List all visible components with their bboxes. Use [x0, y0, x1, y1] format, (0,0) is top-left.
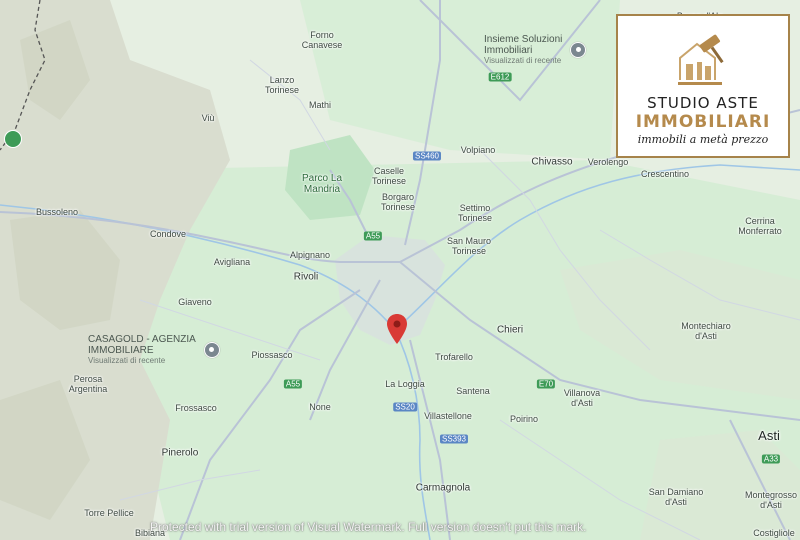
place-label[interactable]: Lanzo Torinese — [265, 75, 299, 95]
place-label[interactable]: Villastellone — [424, 411, 472, 421]
place-label[interactable]: Viù — [202, 113, 215, 123]
road-shield: A55 — [283, 379, 303, 389]
place-label[interactable]: Santena — [456, 386, 490, 396]
road-shield: SS20 — [393, 402, 417, 412]
place-label[interactable]: Alpignano — [290, 250, 330, 260]
place-label[interactable]: Asti — [758, 429, 780, 443]
place-label[interactable]: Pinerolo — [162, 448, 199, 459]
place-label[interactable]: Settimo Torinese — [458, 203, 492, 223]
road-shield: E70 — [536, 379, 556, 389]
gavel-house-icon — [678, 34, 724, 85]
place-label[interactable]: Rivoli — [294, 272, 318, 283]
place-label[interactable]: La Loggia — [385, 379, 425, 389]
road-shield: A33 — [761, 454, 781, 464]
logo-title: STUDIO ASTE — [647, 94, 759, 112]
watermark-text: Protected with trial version of Visual W… — [150, 520, 587, 534]
place-label[interactable]: Volpiano — [461, 145, 496, 155]
poi-subtitle: Visualizzati di recente — [484, 56, 562, 65]
poi-title: CASAGOLD - AGENZIA IMMOBILIARE — [88, 334, 196, 356]
place-label[interactable]: Borgaro Torinese — [381, 192, 415, 212]
place-label[interactable]: Torre Pellice — [84, 508, 134, 518]
road-shield: SS460 — [412, 151, 442, 161]
place-label[interactable]: Crescentino — [641, 169, 689, 179]
location-pin-icon[interactable] — [387, 314, 407, 344]
place-label[interactable]: Montechiaro d'Asti — [681, 321, 731, 341]
place-label[interactable]: Caselle Torinese — [372, 166, 406, 186]
poi-title: Insieme Soluzioni Immobiliari — [484, 34, 563, 56]
place-label[interactable]: Chieri — [497, 325, 523, 336]
place-label[interactable]: Chivasso — [531, 157, 572, 168]
place-label[interactable]: San Damiano d'Asti — [649, 487, 704, 507]
place-label[interactable]: Bussoleno — [36, 207, 78, 217]
place-label[interactable]: Frossasco — [175, 403, 217, 413]
place-label[interactable]: None — [309, 402, 331, 412]
place-label[interactable]: Avigliana — [214, 257, 250, 267]
poi-casagold[interactable]: CASAGOLD - AGENZIA IMMOBILIARE Visualizz… — [88, 334, 220, 365]
road-shield: A55 — [363, 231, 383, 241]
logo-subtitle: IMMOBILIARI — [635, 112, 771, 132]
mountain-icon — [4, 130, 22, 148]
place-label[interactable]: Carmagnola — [416, 483, 470, 494]
place-label[interactable]: Verolengo — [588, 157, 629, 167]
place-label[interactable]: Piossasco — [251, 350, 292, 360]
road-shield: E612 — [488, 72, 512, 82]
place-label[interactable]: Cerrina Monferrato — [738, 216, 782, 236]
place-label[interactable]: San Mauro Torinese — [447, 236, 491, 256]
place-label[interactable]: Condove — [150, 229, 186, 239]
place-icon[interactable] — [203, 341, 220, 358]
logo-card: STUDIO ASTE IMMOBILIARI immobili a metà … — [616, 14, 790, 158]
poi-insieme-soluzioni[interactable]: Insieme Soluzioni Immobiliari Visualizza… — [484, 34, 587, 65]
place-label[interactable]: Montegrosso d'Asti — [745, 490, 797, 510]
place-icon[interactable] — [570, 41, 587, 58]
place-label[interactable]: Giaveno — [178, 297, 212, 307]
place-label[interactable]: Villanova d'Asti — [564, 388, 600, 408]
place-label[interactable]: Costigliole — [753, 528, 795, 538]
place-label[interactable]: Forno Canavese — [302, 30, 343, 50]
place-label[interactable]: Poirino — [510, 414, 538, 424]
place-label[interactable]: Parco La Mandria — [302, 173, 342, 195]
place-label[interactable]: Trofarello — [435, 352, 473, 362]
road-shield: SS393 — [439, 434, 469, 444]
logo-tagline: immobili a metà prezzo — [637, 133, 769, 146]
place-label[interactable]: Mathi — [309, 100, 331, 110]
place-label[interactable]: Perosa Argentina — [69, 374, 108, 394]
poi-subtitle: Visualizzati di recente — [88, 356, 166, 365]
